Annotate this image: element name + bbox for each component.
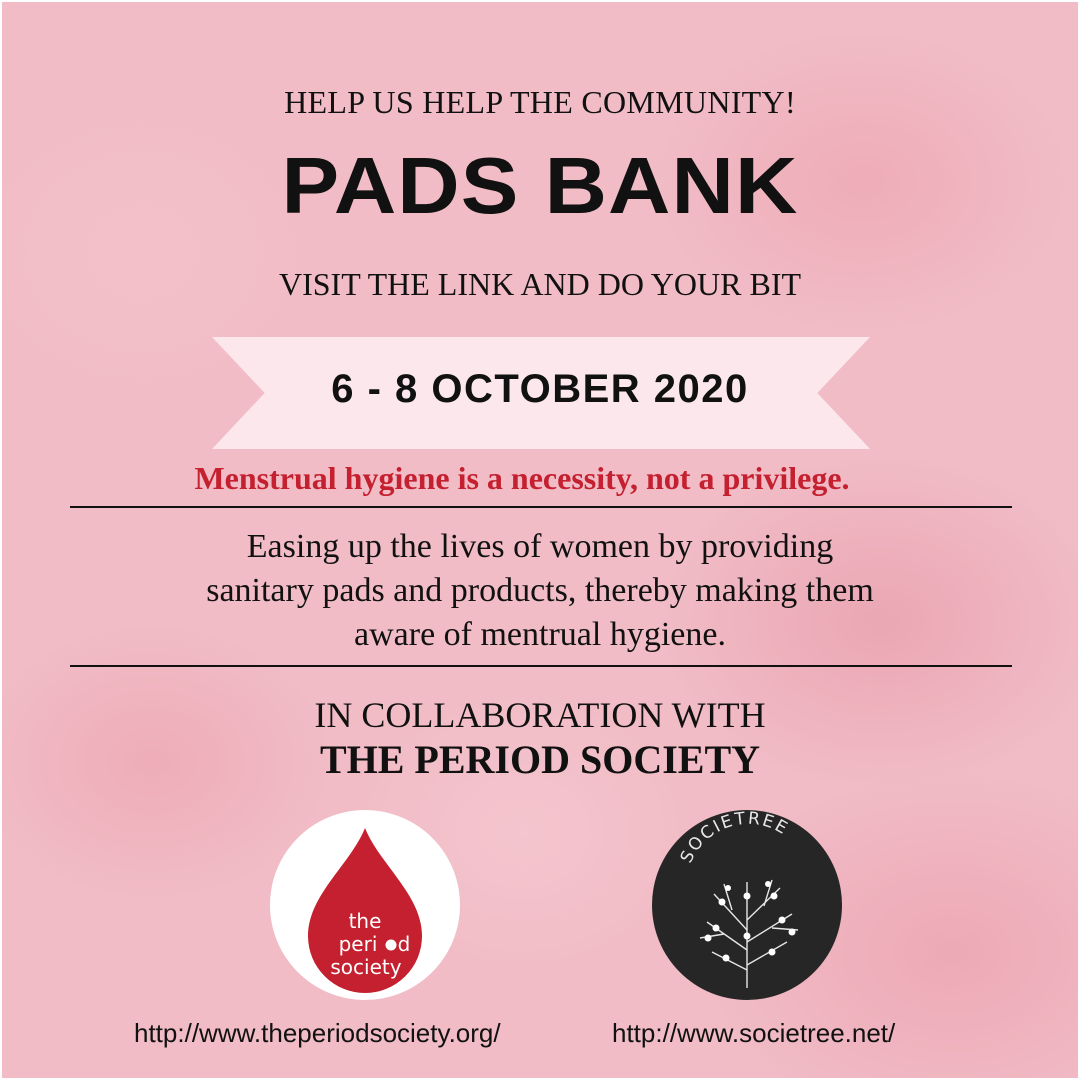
collaboration-intro: IN COLLABORATION WITH — [314, 695, 766, 735]
description-line-3: aware of mentrual hygiene. — [354, 616, 726, 653]
logo-text-d: d — [398, 932, 411, 956]
kicker-text: HELP US HELP THE COMMUNITY! — [284, 84, 796, 120]
headline-title: PADS BANK — [281, 141, 799, 230]
event-date: 6 - 8 OCTOBER 2020 — [331, 367, 749, 411]
divider-bottom — [70, 665, 1012, 667]
societree-link[interactable]: http://www.societree.net/ — [612, 1018, 895, 1049]
poster: HELP US HELP THE COMMUNITY! PADS BANK VI… — [2, 2, 1078, 1078]
subheadline-text: VISIT THE LINK AND DO YOUR BIT — [278, 266, 802, 302]
tree-branches-icon: SOCIETREE — [677, 810, 799, 988]
logo-text-society: society — [330, 955, 401, 979]
societree-logo[interactable]: SOCIETREE — [652, 810, 842, 1000]
logo-text-the: the — [349, 909, 382, 933]
period-society-logo[interactable]: the peri d society — [270, 810, 460, 1000]
description-line-2: sanitary pads and products, thereby maki… — [206, 572, 874, 609]
blood-drop-icon: the peri d society — [308, 828, 422, 993]
description-block: Easing up the lives of women by providin… — [2, 525, 1078, 657]
tagline-text: Menstrual hygiene is a necessity, not a … — [194, 460, 850, 496]
description-line-1: Easing up the lives of women by providin… — [246, 528, 834, 565]
partner-name: THE PERIOD SOCIETY — [319, 737, 761, 782]
divider-top — [70, 506, 1012, 508]
logo-arc-text: SOCIETREE — [677, 810, 792, 866]
logo-text-peri: peri — [339, 932, 378, 956]
logo-dot-icon — [385, 939, 397, 951]
period-society-link[interactable]: http://www.theperiodsociety.org/ — [134, 1018, 501, 1049]
